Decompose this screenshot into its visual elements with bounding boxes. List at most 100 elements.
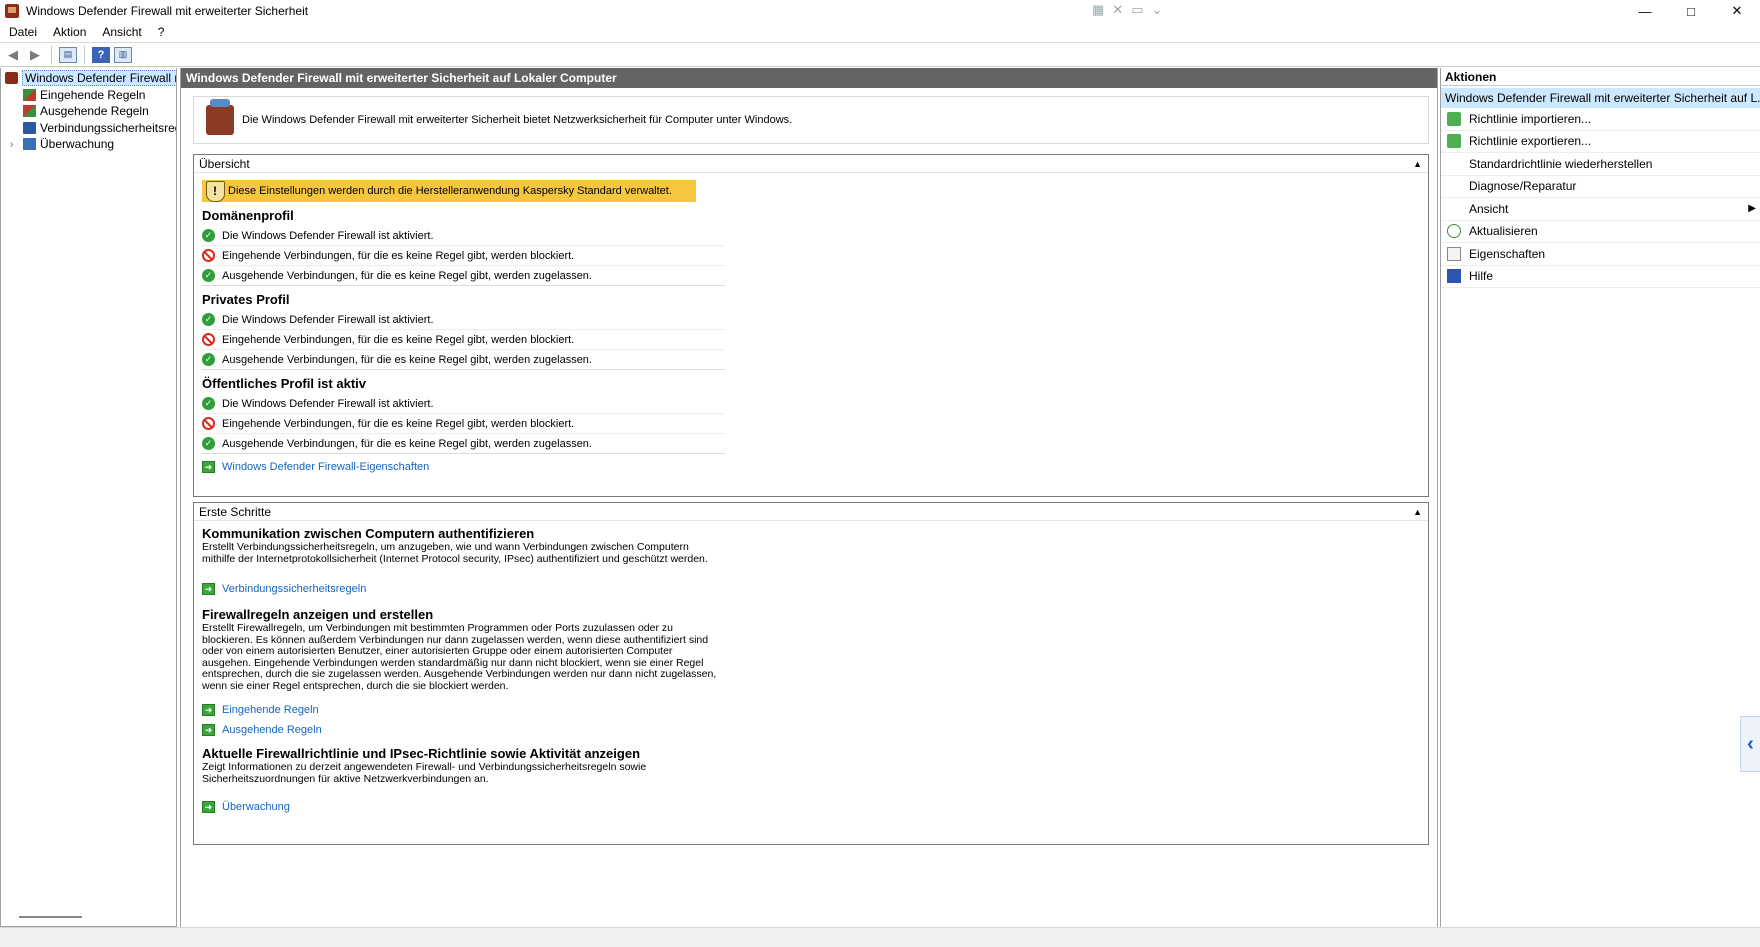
block-icon xyxy=(202,249,215,262)
forward-arrow-icon[interactable]: ▶ xyxy=(26,47,44,63)
menu-bar: Datei Aktion Ansicht ? xyxy=(0,22,1760,42)
export-icon xyxy=(1447,134,1461,149)
firewall-properties-link[interactable]: ➜ Windows Defender Firewall-Eigenschafte… xyxy=(194,458,1428,476)
action-restore-default[interactable]: Standardrichtlinie wiederherstellen xyxy=(1441,153,1760,176)
arrow-right-icon: ➜ xyxy=(202,704,215,716)
profile-domain: Domänenprofil ✓ Die Windows Defender Fire… xyxy=(194,208,1428,286)
back-arrow-icon[interactable]: ◀ xyxy=(4,47,22,63)
action-pane-icon[interactable]: ▥ xyxy=(114,46,132,63)
tree-item-monitoring[interactable]: › Überwachung xyxy=(1,136,176,153)
action-export-policy[interactable]: Richtlinie exportieren... xyxy=(1441,131,1760,153)
status-line: ✓ Die Windows Defender Firewall ist aktiv… xyxy=(202,226,725,246)
console-tree: Windows Defender Firewall mit Eingehende… xyxy=(0,68,177,927)
menu-aktion[interactable]: Aktion xyxy=(53,25,86,39)
overview-header[interactable]: Übersicht ▲ xyxy=(194,155,1428,173)
kaspersky-warning: ! Diese Einstellungen werden durch die H… xyxy=(202,180,696,202)
title-tools: ▦ ✕ ▭ ⌄ xyxy=(1092,2,1162,18)
import-icon xyxy=(1447,111,1461,126)
profile-private: Privates Profil ✓ Die Windows Defender Fi… xyxy=(194,292,1428,370)
chevron-down-icon[interactable]: ⌄ xyxy=(1152,2,1163,18)
action-view[interactable]: Ansicht ▶ xyxy=(1441,198,1760,221)
menu-ansicht[interactable]: Ansicht xyxy=(102,25,141,39)
maximize-button[interactable]: □ xyxy=(1668,0,1714,22)
connection-security-link[interactable]: ➜ Verbindungssicherheitsregeln xyxy=(194,580,1428,598)
firewall-large-icon xyxy=(206,99,234,135)
arrow-right-icon: ➜ xyxy=(202,461,215,473)
menu-help[interactable]: ? xyxy=(158,25,165,39)
getting-started-header[interactable]: Erste Schritte ▲ xyxy=(194,503,1428,521)
action-help[interactable]: Hilfe xyxy=(1441,266,1760,288)
console-tree-icon[interactable]: ▤ xyxy=(59,46,77,63)
status-line: ✓ Die Windows Defender Firewall ist aktiv… xyxy=(202,394,725,414)
status-line: ✓ Ausgehende Verbindungen, für die es kei… xyxy=(202,434,725,454)
getting-started-section: Erste Schritte ▲ Kommunikation zwischen … xyxy=(193,502,1429,845)
toolbar-separator xyxy=(84,45,85,64)
chevron-right-icon[interactable]: › xyxy=(10,139,23,150)
intro-box: Die Windows Defender Firewall mit erweit… xyxy=(193,96,1429,144)
center-header: Windows Defender Firewall mit erweiterte… xyxy=(181,68,1437,88)
action-import-policy[interactable]: Richtlinie importieren... xyxy=(1441,108,1760,131)
gs-item-monitoring: Aktuelle Firewallrichtlinie und IPsec-Ri… xyxy=(194,744,1428,816)
block-icon xyxy=(202,333,215,346)
help-icon[interactable]: ? xyxy=(92,46,110,63)
intro-text: Die Windows Defender Firewall mit erweit… xyxy=(242,114,793,126)
check-icon: ✓ xyxy=(202,397,215,410)
status-line: Eingehende Verbindungen, für die es kein… xyxy=(202,246,725,266)
block-icon xyxy=(202,417,215,430)
monitoring-icon xyxy=(23,138,36,151)
grid-icon[interactable]: ▦ xyxy=(1092,2,1104,18)
actions-pane: Aktionen Windows Defender Firewall mit e… xyxy=(1440,68,1760,927)
pin-icon[interactable]: ✕ xyxy=(1112,2,1123,18)
monitoring-link[interactable]: ➜ Überwachung xyxy=(194,798,1428,816)
actions-subheader[interactable]: Windows Defender Firewall mit erweiterte… xyxy=(1441,88,1760,108)
arrow-right-icon: ➜ xyxy=(202,583,215,595)
warning-shield-icon: ! xyxy=(202,180,228,202)
actions-header: Aktionen xyxy=(1441,68,1760,86)
toolbar-separator xyxy=(51,45,52,64)
refresh-icon xyxy=(1447,224,1461,239)
arrow-right-icon: ➜ xyxy=(202,801,215,813)
close-button[interactable]: ✕ xyxy=(1714,0,1760,22)
profile-public: Öffentliches Profil ist aktiv ✓ Die Windo… xyxy=(194,376,1428,454)
status-line: ✓ Ausgehende Verbindungen, für die es kei… xyxy=(202,350,725,370)
inbound-rules-icon xyxy=(23,88,36,101)
gs-item-firewall-rules: Firewallregeln anzeigen und erstellen Er… xyxy=(194,605,1428,739)
properties-icon xyxy=(1447,246,1461,261)
title-bar: Windows Defender Firewall mit erweiterte… xyxy=(0,0,1760,22)
horizontal-scrollbar[interactable] xyxy=(19,916,82,918)
action-refresh[interactable]: Aktualisieren xyxy=(1441,221,1760,243)
status-line: Eingehende Verbindungen, für die es kein… xyxy=(202,330,725,350)
minimize-button[interactable]: — xyxy=(1622,0,1668,22)
menu-datei[interactable]: Datei xyxy=(9,25,37,39)
tree-item-connection-security[interactable]: Verbindungssicherheitsrege xyxy=(1,120,176,137)
firewall-app-icon xyxy=(5,4,19,18)
arrow-right-icon: ➜ xyxy=(202,724,215,736)
tree-item-outbound[interactable]: Ausgehende Regeln xyxy=(1,103,176,120)
status-line: ✓ Ausgehende Verbindungen, für die es kei… xyxy=(202,266,725,286)
window-title: Windows Defender Firewall mit erweiterte… xyxy=(26,4,309,18)
firewall-icon xyxy=(5,72,18,85)
check-icon: ✓ xyxy=(202,353,215,366)
status-bar xyxy=(0,927,1760,947)
check-icon: ✓ xyxy=(202,437,215,450)
toolbar: ◀ ▶ ▤ ? ▥ xyxy=(0,42,1760,67)
check-icon: ✓ xyxy=(202,229,215,242)
help-icon xyxy=(1447,269,1461,284)
check-icon: ✓ xyxy=(202,269,215,282)
connection-security-icon xyxy=(23,121,36,134)
check-icon: ✓ xyxy=(202,313,215,326)
collapse-icon[interactable]: ▲ xyxy=(1413,159,1422,169)
expand-panel-chevron-icon[interactable]: ‹ xyxy=(1740,716,1760,772)
submenu-arrow-icon: ▶ xyxy=(1748,203,1756,215)
collapse-icon[interactable]: ▲ xyxy=(1413,507,1422,517)
tree-item-inbound[interactable]: Eingehende Regeln xyxy=(1,87,176,104)
action-properties[interactable]: Eigenschaften xyxy=(1441,243,1760,266)
inbound-rules-link[interactable]: ➜ Eingehende Regeln xyxy=(194,701,1428,719)
overview-section: Übersicht ▲ ! Diese Einstellungen werden… xyxy=(193,154,1429,497)
gs-item-authenticate: Kommunikation zwischen Computern authent… xyxy=(194,524,1428,598)
tree-item-root[interactable]: Windows Defender Firewall mit xyxy=(1,70,176,87)
outbound-rules-icon xyxy=(23,105,36,118)
monitor-icon[interactable]: ▭ xyxy=(1131,2,1143,18)
outbound-rules-link[interactable]: ➜ Ausgehende Regeln xyxy=(194,721,1428,739)
action-diagnose-repair[interactable]: Diagnose/Reparatur xyxy=(1441,176,1760,198)
